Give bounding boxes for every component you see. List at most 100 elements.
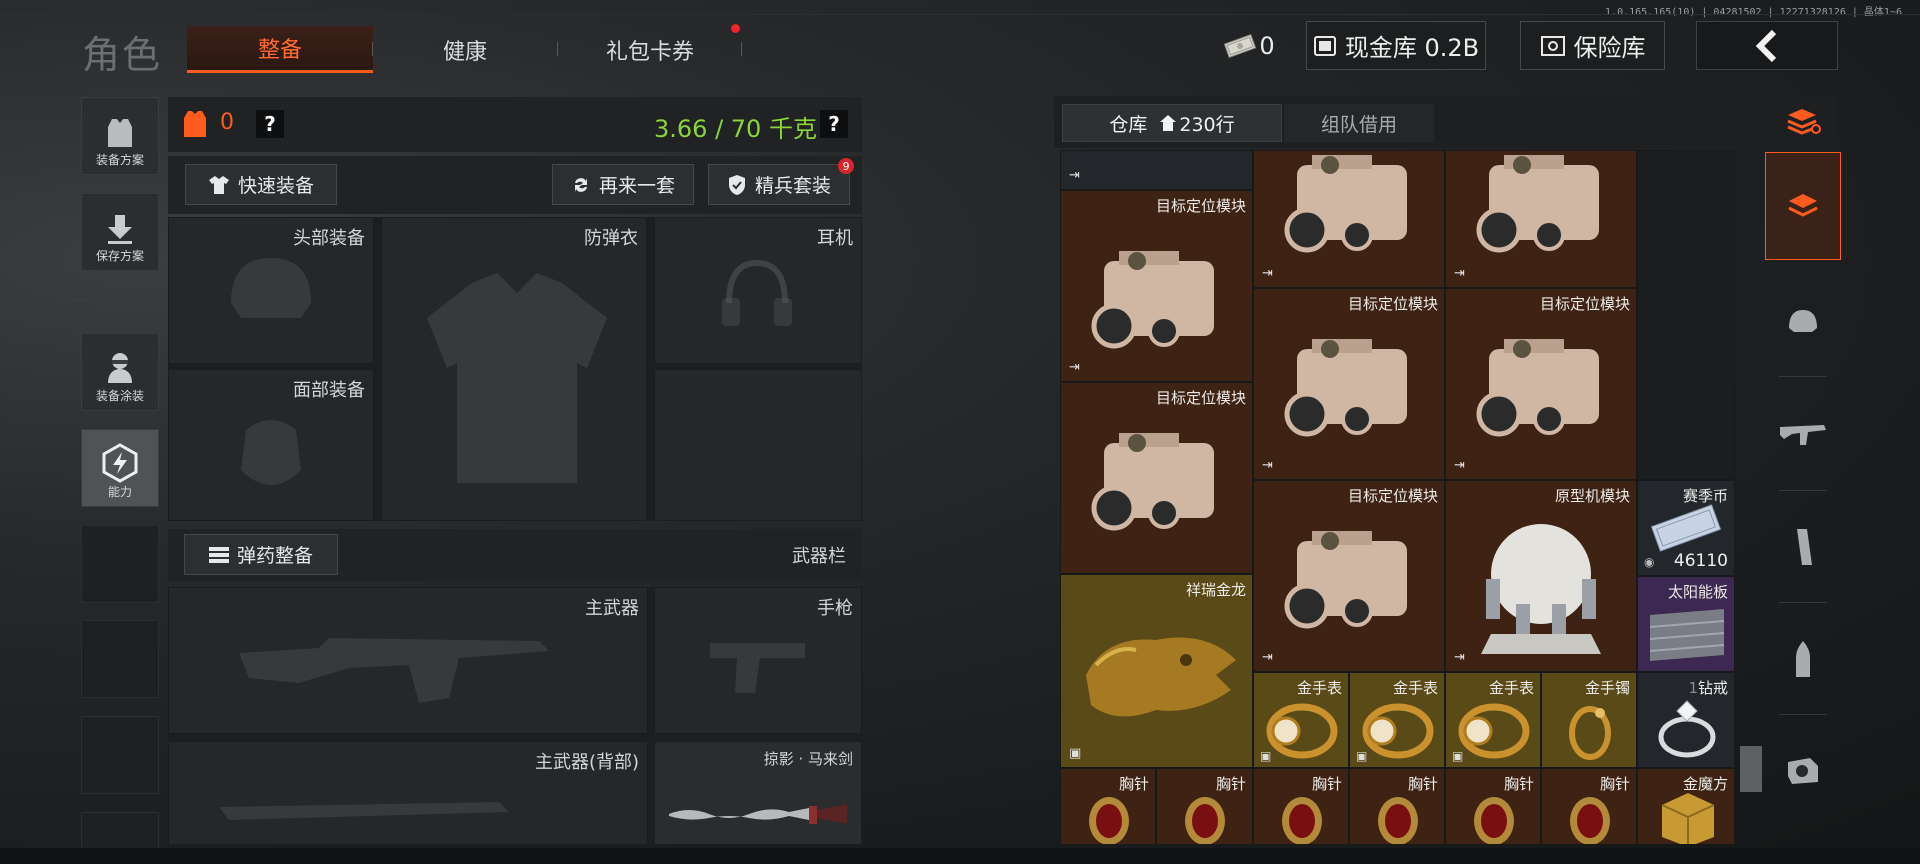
headset-slot-label: 耳机 bbox=[817, 228, 853, 249]
cash-count: 0 bbox=[1259, 32, 1275, 60]
safe-button[interactable]: 保险库 bbox=[1520, 21, 1665, 70]
ammo-bar: 弹药整备 武器栏 bbox=[168, 529, 862, 581]
head-slot[interactable]: 头部装备 bbox=[168, 217, 374, 364]
item-brooch[interactable]: 胸针 bbox=[1253, 768, 1349, 844]
tab-health[interactable]: 健康 bbox=[372, 26, 558, 73]
equip-toolbar: 快速装备 再来一套 精兵套装 9 bbox=[168, 156, 862, 214]
box-icon: ▣ bbox=[1069, 746, 1082, 761]
tab-gift-coupons[interactable]: 礼包卡券 bbox=[557, 26, 743, 73]
item-brooch[interactable]: 胸针 bbox=[1541, 768, 1637, 844]
armor-weight-bar: 0 ? 3.66 / 70 千克 ? bbox=[168, 97, 862, 152]
cash-vault-button[interactable]: 现金库 0.2B bbox=[1306, 21, 1486, 70]
item-target-module[interactable]: ⇥ bbox=[1253, 150, 1445, 288]
storage-grid[interactable]: ⇥ 目标定位模块 ⇥ ⇥ ⇥ 目标定位模块 ⇥ 目标定位模块 ⇥ 目标定位模块 … bbox=[1060, 150, 1735, 844]
headset-slot[interactable]: 耳机 bbox=[654, 217, 862, 364]
equip-again-button[interactable]: 再来一套 bbox=[552, 164, 694, 205]
equip-again-label: 再来一套 bbox=[598, 175, 675, 197]
brooch-icon bbox=[1474, 797, 1514, 844]
item-brooch[interactable]: 胸针 bbox=[1445, 768, 1541, 844]
save-plan-button[interactable]: 保存方案 bbox=[81, 193, 159, 271]
category-helmet[interactable] bbox=[1765, 266, 1841, 376]
item-brooch[interactable]: 胸针 bbox=[1156, 768, 1253, 844]
item-target-module[interactable]: 目标定位模块 ⇥ bbox=[1445, 288, 1637, 480]
item-golden-dragon[interactable]: 祥瑞金龙 ▣ bbox=[1060, 574, 1253, 768]
notification-dot bbox=[731, 24, 740, 33]
tab-separator bbox=[741, 42, 742, 56]
category-bar bbox=[1765, 96, 1841, 844]
item-gold-watch[interactable]: 金手表 ▣ bbox=[1349, 672, 1445, 768]
vest-icon bbox=[427, 273, 607, 483]
solar-panel-icon bbox=[1649, 609, 1725, 661]
layers-icon bbox=[1787, 109, 1821, 135]
empty-gear-slot[interactable] bbox=[654, 369, 862, 521]
loadout-plan-button[interactable]: 装备方案 bbox=[81, 97, 159, 175]
item-target-module[interactable]: 目标定位模块 bbox=[1060, 382, 1253, 574]
weight-help-button[interactable]: ? bbox=[820, 110, 848, 138]
category-ammo[interactable] bbox=[1765, 604, 1841, 714]
helmet-icon bbox=[231, 258, 311, 318]
category-all[interactable] bbox=[1765, 152, 1841, 260]
item-season-coin[interactable]: 赛季币 ◉ 46110 bbox=[1637, 480, 1735, 576]
stack-sort-button[interactable] bbox=[1765, 96, 1841, 146]
tab-warehouse[interactable]: 仓库 230行 bbox=[1062, 104, 1282, 142]
vest-slot[interactable]: 防弹衣 bbox=[381, 217, 647, 521]
back-button[interactable] bbox=[1696, 21, 1838, 70]
divider bbox=[1779, 490, 1827, 491]
item-gold-cube[interactable]: 金魔方 bbox=[1637, 768, 1735, 844]
item-name: 目标定位模块 bbox=[1347, 487, 1438, 505]
quick-equip-button[interactable]: 快速装备 bbox=[185, 164, 337, 205]
category-magazine[interactable] bbox=[1765, 492, 1841, 602]
laser-module-icon bbox=[1091, 433, 1214, 531]
item-gold-watch[interactable]: 金手表 ▣ bbox=[1445, 672, 1541, 768]
tab-team-borrow[interactable]: 组队借用 bbox=[1284, 104, 1434, 142]
box-icon: ▣ bbox=[1452, 749, 1464, 763]
category-attachment[interactable] bbox=[1765, 716, 1841, 826]
category-rifle[interactable] bbox=[1765, 378, 1841, 490]
item-cell[interactable]: ⇥ bbox=[1060, 150, 1253, 190]
item-diamond-ring[interactable]: 1钻戒 bbox=[1637, 672, 1735, 768]
armor-help-button[interactable]: ? bbox=[256, 110, 284, 138]
rifle-icon bbox=[1780, 425, 1826, 445]
weapon-bar-label: 武器栏 bbox=[792, 546, 846, 567]
item-solar-panel[interactable]: 太阳能板 bbox=[1637, 576, 1735, 672]
exit-icon: ⇥ bbox=[1069, 360, 1080, 375]
coin-count: 46110 bbox=[1673, 551, 1728, 571]
ammo-button[interactable]: 弹药整备 bbox=[184, 534, 338, 575]
nav-label: 能力 bbox=[107, 485, 132, 499]
laser-module-icon bbox=[1476, 155, 1599, 253]
item-target-module[interactable]: ⇥ bbox=[1445, 150, 1637, 288]
ability-button[interactable]: 能力 bbox=[81, 429, 159, 507]
item-brooch[interactable]: 胸针 bbox=[1349, 768, 1445, 844]
exit-icon: ⇥ bbox=[1069, 168, 1080, 183]
melee-slot[interactable]: 掠影 · 马来剑 bbox=[654, 741, 862, 844]
shirt-icon bbox=[208, 175, 229, 194]
skin-button[interactable]: 装备涂装 bbox=[81, 333, 159, 411]
pistol-slot[interactable]: 手枪 bbox=[654, 587, 862, 734]
item-gold-bracelet[interactable]: 金手镯 bbox=[1541, 672, 1637, 768]
brooch-icon bbox=[1378, 797, 1418, 844]
item-target-module[interactable]: 目标定位模块 ⇥ bbox=[1060, 190, 1253, 382]
box-icon: ▣ bbox=[1260, 749, 1272, 763]
magazine-icon bbox=[1797, 529, 1812, 565]
rifle-icon bbox=[239, 638, 549, 703]
item-prototype-module[interactable]: 原型机模块 ⇥ bbox=[1445, 480, 1637, 672]
laser-module-icon bbox=[1476, 339, 1599, 437]
sphere-module-icon bbox=[1481, 524, 1601, 654]
box-icon: ▣ bbox=[1356, 749, 1368, 763]
storage-scrollbar[interactable] bbox=[1740, 746, 1762, 792]
item-gold-watch[interactable]: 金手表 ▣ bbox=[1253, 672, 1349, 768]
nav-label: 装备涂装 bbox=[95, 389, 144, 403]
primary-weapon-slot[interactable]: 主武器 bbox=[168, 587, 648, 734]
ammo-label: 弹药整备 bbox=[236, 545, 313, 567]
item-target-module[interactable]: 目标定位模块 ⇥ bbox=[1253, 480, 1445, 672]
face-slot[interactable]: 面部装备 bbox=[168, 369, 374, 521]
item-brooch[interactable]: 胸针 bbox=[1060, 768, 1156, 844]
exit-icon: ⇥ bbox=[1454, 650, 1465, 665]
laser-module-icon bbox=[1284, 339, 1407, 437]
elite-set-button[interactable]: 精兵套装 bbox=[708, 164, 850, 205]
safe-icon bbox=[1540, 35, 1565, 56]
tab-equip[interactable]: 整备 bbox=[187, 26, 373, 73]
item-target-module[interactable]: 目标定位模块 ⇥ bbox=[1253, 288, 1445, 480]
primary-back-slot[interactable]: 主武器(背部) bbox=[168, 741, 648, 844]
tab-label: 整备 bbox=[257, 38, 302, 63]
